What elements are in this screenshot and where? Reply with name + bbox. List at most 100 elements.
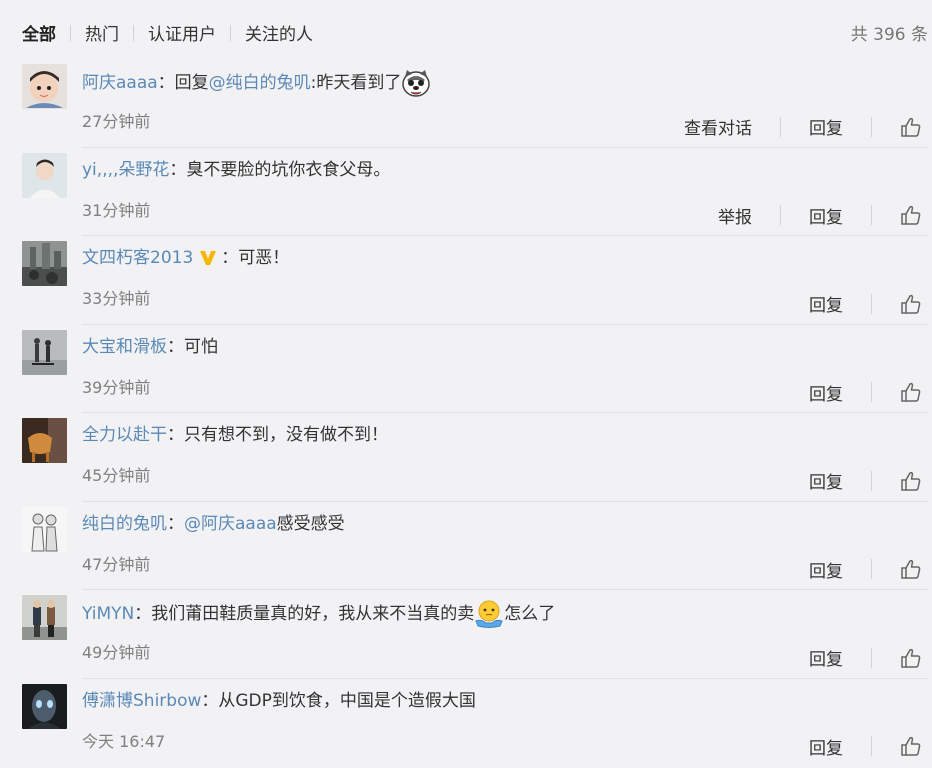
- like-thumb-icon[interactable]: [900, 381, 922, 403]
- user-avatar[interactable]: [22, 152, 67, 198]
- comment-content-line: yi,,,,朵野花：臭不要脸的坑你衣食父母。: [82, 157, 390, 183]
- action-divider: [871, 205, 872, 225]
- comment-username[interactable]: 文四朽客2013: [82, 245, 193, 271]
- action-divider: [871, 559, 872, 579]
- comment-filter-bar: 全部 热门 认证用户 关注的人 共 396 条: [0, 0, 932, 60]
- like-thumb-icon[interactable]: [900, 470, 922, 492]
- user-avatar[interactable]: [22, 506, 67, 552]
- mention-link[interactable]: @纯白的兔叽: [209, 70, 311, 96]
- comment-actions: 回复: [809, 468, 922, 493]
- comment-username[interactable]: yi,,,,朵野花: [82, 157, 169, 183]
- like-thumb-icon[interactable]: [900, 293, 922, 315]
- comment-content-line: 纯白的兔叽： @阿庆aaaa 感受感受: [82, 511, 345, 537]
- user-avatar[interactable]: [22, 595, 67, 640]
- comment-content-line: 文四朽客2013 ：可恶！: [82, 245, 289, 271]
- comment-time: 39分钟前: [82, 377, 151, 397]
- comment-time: 45分钟前: [82, 466, 151, 485]
- comment-text: 臭不要脸的坑你衣食父母。: [186, 159, 391, 180]
- action-divider: [871, 647, 872, 668]
- colon-separator: ：: [134, 604, 152, 624]
- reply-button[interactable]: 回复: [809, 114, 843, 139]
- action-divider: [871, 116, 872, 137]
- comment-content-line: 阿庆aaaa：回复 @纯白的兔叽:昨天看到了: [82, 68, 431, 98]
- comment-username[interactable]: 傅潇博Shirbow: [82, 688, 201, 714]
- comment-text: 感受感受: [276, 513, 345, 534]
- comment-actions: 举报 回复: [718, 203, 922, 228]
- comment-username[interactable]: 纯白的兔叽: [82, 511, 167, 537]
- like-thumb-icon[interactable]: [900, 204, 922, 226]
- filter-hot[interactable]: 热门: [85, 20, 119, 45]
- filter-following[interactable]: 关注的人: [245, 20, 313, 45]
- user-avatar[interactable]: [22, 241, 67, 286]
- comment-username[interactable]: 大宝和滑板: [82, 334, 167, 360]
- filter-verified[interactable]: 认证用户: [148, 20, 216, 45]
- like-thumb-icon[interactable]: [900, 735, 922, 757]
- like-thumb-icon[interactable]: [900, 647, 922, 669]
- action-divider: [780, 116, 781, 137]
- reply-button[interactable]: 回复: [809, 557, 843, 582]
- colon-separator: ：: [167, 336, 184, 357]
- comment-text: 回复: [174, 73, 209, 93]
- reply-button[interactable]: 回复: [809, 203, 843, 228]
- action-divider: [871, 736, 872, 756]
- action-divider: [871, 382, 872, 402]
- comment-text: 只有想不到，没有做不到！: [184, 425, 388, 445]
- action-divider: [871, 293, 872, 314]
- filter-tabs: 全部 热门 认证用户 关注的人: [22, 20, 313, 45]
- action-divider: [871, 470, 872, 491]
- comment-item: yi,,,,朵野花：臭不要脸的坑你衣食父母。 31分钟前 举报 回复: [0, 146, 932, 236]
- comment-count: 共 396 条: [850, 25, 928, 45]
- comment-content-line: 傅潇博Shirbow：从GDP到饮食，中国是个造假大国: [82, 688, 476, 714]
- comment-text: 可恶！: [238, 248, 290, 268]
- comment-text: :昨天看到了: [310, 73, 402, 93]
- comment-item: 纯白的兔叽： @阿庆aaaa 感受感受 47分钟前 回复: [0, 500, 932, 590]
- colon-separator: ：: [167, 513, 184, 534]
- comment-actions: 回复: [809, 734, 922, 759]
- comment-item: 文四朽客2013 ：可恶！ 33分钟前 回复: [0, 235, 932, 324]
- comment-actions: 回复: [809, 380, 922, 405]
- report-button[interactable]: 举报: [718, 203, 752, 228]
- comment-item: 全力以赴干：只有想不到，没有做不到！ 45分钟前 回复: [0, 412, 932, 501]
- comment-content-line: 大宝和滑板：可怕: [82, 334, 218, 360]
- husky-sticker-icon: [402, 70, 431, 97]
- reply-button[interactable]: 回复: [809, 468, 843, 493]
- verified-v-icon: [200, 251, 217, 265]
- reply-button[interactable]: 回复: [809, 645, 843, 670]
- user-avatar[interactable]: [22, 683, 67, 729]
- comment-time: 31分钟前: [82, 200, 151, 220]
- filter-all[interactable]: 全部: [22, 20, 56, 45]
- mention-link[interactable]: @阿庆aaaa: [184, 511, 277, 537]
- like-thumb-icon[interactable]: [900, 116, 922, 138]
- comment-item: 傅潇博Shirbow：从GDP到饮食，中国是个造假大国今天 16:47 回复: [0, 677, 932, 767]
- comment-content-line: 全力以赴干：只有想不到，没有做不到！: [82, 422, 388, 448]
- comment-item: 大宝和滑板：可怕 39分钟前 回复: [0, 323, 932, 413]
- comment-text: 我们莆田鞋质量真的好，我从来不当真的卖: [151, 604, 475, 624]
- comment-list: 阿庆aaaa：回复 @纯白的兔叽:昨天看到了 27分钟前 查看对话 回复 yi,,,,朵野…: [0, 58, 932, 766]
- comment-time: 47分钟前: [82, 554, 151, 574]
- view-conversation-button[interactable]: 查看对话: [684, 114, 752, 139]
- reply-button[interactable]: 回复: [809, 291, 843, 316]
- comment-item: 阿庆aaaa：回复 @纯白的兔叽:昨天看到了 27分钟前 查看对话 回复: [0, 58, 932, 147]
- user-avatar[interactable]: [22, 64, 67, 109]
- comment-content-line: YiMYN：我们莆田鞋质量真的好，我从来不当真的卖 怎么了: [82, 599, 555, 629]
- action-divider: [780, 205, 781, 225]
- comment-actions: 回复: [809, 557, 922, 582]
- like-thumb-icon[interactable]: [900, 558, 922, 580]
- user-avatar[interactable]: [22, 418, 67, 463]
- divider: [230, 24, 231, 41]
- comment-time: 33分钟前: [82, 289, 151, 308]
- comment-username[interactable]: YiMYN: [82, 601, 134, 627]
- colon-separator: ：: [157, 73, 175, 93]
- comment-actions: 查看对话 回复: [684, 114, 922, 139]
- comment-username[interactable]: 阿庆aaaa: [82, 70, 158, 96]
- colon-separator: ：: [201, 690, 219, 711]
- divider: [133, 24, 134, 41]
- colon-separator: ：: [167, 425, 184, 445]
- user-avatar[interactable]: [22, 329, 67, 375]
- comment-text: 可怕: [184, 336, 218, 357]
- comment-time: 27分钟前: [82, 112, 151, 131]
- comment-username[interactable]: 全力以赴干: [82, 422, 167, 448]
- comment-time: 今天 16:47: [82, 731, 166, 751]
- reply-button[interactable]: 回复: [809, 380, 843, 405]
- reply-button[interactable]: 回复: [809, 734, 843, 759]
